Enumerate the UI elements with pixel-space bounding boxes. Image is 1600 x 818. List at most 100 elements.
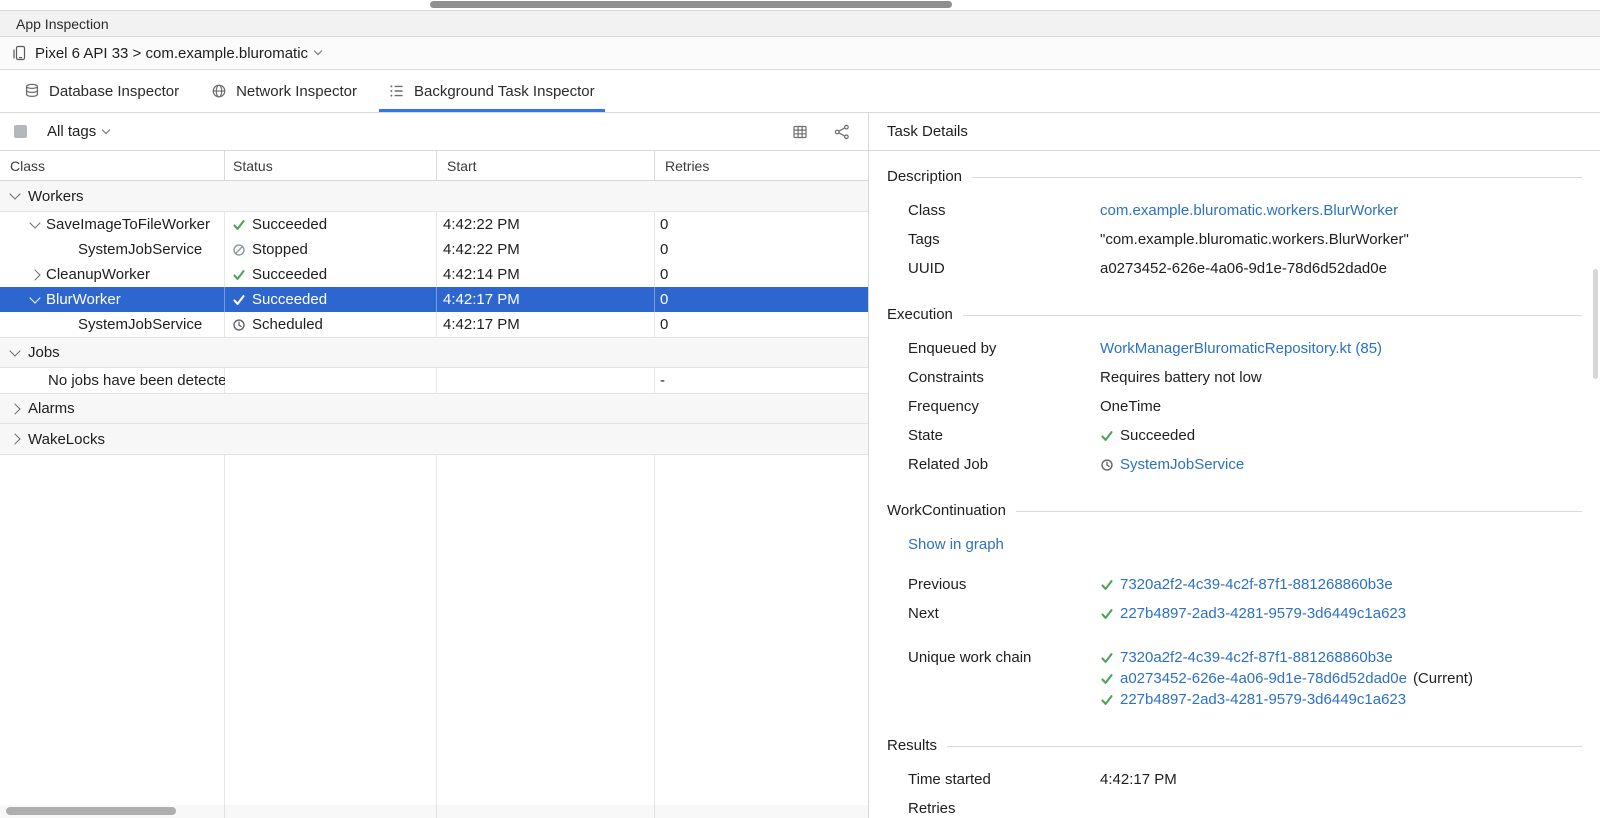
empty-message-cell: No jobs have been detected bbox=[0, 368, 225, 393]
group-label: Workers bbox=[28, 188, 84, 205]
detail-label: Tags bbox=[908, 232, 1100, 248]
chain-uuid-link[interactable]: a0273452-626e-4a06-9d1e-78d6d52dad0e bbox=[1120, 671, 1407, 687]
detail-label: Frequency bbox=[908, 399, 1100, 415]
chevron-down-icon[interactable] bbox=[314, 47, 322, 55]
top-scrollbar-thumb[interactable] bbox=[430, 1, 952, 8]
state-value: Succeeded bbox=[1120, 428, 1195, 444]
task-table-body: Workers SaveImageToFileWorker Succeeded … bbox=[0, 181, 868, 818]
tags-filter-label: All tags bbox=[47, 123, 96, 140]
app-inspection-window: App Inspection Pixel 6 API 33 > com.exam… bbox=[0, 0, 1600, 818]
time-started-value: 4:42:17 PM bbox=[1100, 772, 1177, 788]
enqueued-by-link[interactable]: WorkManagerBluromaticRepository.kt (85) bbox=[1100, 341, 1382, 357]
column-header-status[interactable]: Status bbox=[225, 151, 437, 180]
detail-label: Time started bbox=[908, 772, 1100, 788]
status-cell: Scheduled bbox=[225, 312, 437, 337]
frequency-value: OneTime bbox=[1100, 399, 1161, 415]
check-icon bbox=[1100, 607, 1114, 621]
vertical-scrollbar-thumb[interactable] bbox=[1593, 269, 1598, 379]
horizontal-scrollbar-thumb[interactable] bbox=[6, 807, 176, 815]
detail-row-enqueued-by: Enqueued by WorkManagerBluromaticReposit… bbox=[887, 341, 1582, 357]
table-view-button[interactable] bbox=[788, 120, 812, 144]
chevron-right-icon bbox=[9, 403, 20, 414]
detail-row-show-in-graph: Show in graph bbox=[887, 537, 1582, 553]
stop-inspection-button[interactable] bbox=[14, 125, 27, 138]
chevron-right-icon bbox=[9, 433, 20, 444]
start-cell: 4:42:22 PM bbox=[437, 212, 655, 237]
start-cell: 4:42:17 PM bbox=[437, 287, 655, 312]
check-icon bbox=[1100, 672, 1114, 686]
row-cleanupworker[interactable]: CleanupWorker Succeeded 4:42:14 PM 0 bbox=[0, 262, 868, 287]
section-description: Description bbox=[887, 169, 1582, 185]
retries-cell: 0 bbox=[655, 237, 868, 262]
chevron-down-icon[interactable] bbox=[29, 292, 40, 303]
tab-network-inspector[interactable]: Network Inspector bbox=[195, 70, 373, 112]
chevron-right-icon[interactable] bbox=[29, 269, 40, 280]
detail-row-previous: Previous 7320a2f2-4c39-4c2f-87f1-8812688… bbox=[887, 577, 1582, 593]
detail-row-state: State Succeeded bbox=[887, 428, 1582, 444]
row-saveimagetofileworker[interactable]: SaveImageToFileWorker Succeeded 4:42:22 … bbox=[0, 212, 868, 237]
tags-filter-dropdown[interactable]: All tags bbox=[47, 123, 109, 140]
column-header-start[interactable]: Start bbox=[437, 151, 655, 180]
column-header-class[interactable]: Class bbox=[0, 151, 225, 180]
check-icon bbox=[232, 268, 246, 282]
next-uuid-link[interactable]: 227b4897-2ad3-4281-9579-3d6449c1a623 bbox=[1120, 606, 1406, 622]
panel-title: App Inspection bbox=[16, 16, 109, 32]
check-icon bbox=[232, 293, 246, 307]
detail-label: Unique work chain bbox=[908, 650, 1100, 666]
device-selector-bar: Pixel 6 API 33 > com.example.bluromatic bbox=[0, 37, 1600, 70]
class-cell: SystemJobService bbox=[0, 312, 225, 337]
check-icon bbox=[1100, 578, 1114, 592]
detail-label: Class bbox=[908, 203, 1100, 219]
chevron-down-icon bbox=[9, 188, 20, 199]
device-selector-label[interactable]: Pixel 6 API 33 > com.example.bluromatic bbox=[35, 45, 308, 62]
row-systemjobservice-1[interactable]: SystemJobService Stopped 4:42:22 PM 0 bbox=[0, 237, 868, 262]
detail-row-uuid: UUID a0273452-626e-4a06-9d1e-78d6d52dad0… bbox=[887, 261, 1582, 277]
detail-label: Enqueued by bbox=[908, 341, 1100, 357]
tab-database-inspector[interactable]: Database Inspector bbox=[8, 70, 195, 112]
detail-label: Previous bbox=[908, 577, 1100, 593]
panel-title-bar: App Inspection bbox=[0, 10, 1600, 37]
chevron-down-icon[interactable] bbox=[29, 217, 40, 228]
row-systemjobservice-2[interactable]: SystemJobService Scheduled 4:42:17 PM 0 bbox=[0, 312, 868, 337]
column-header-retries[interactable]: Retries bbox=[655, 151, 868, 180]
retries-cell: - bbox=[655, 368, 868, 393]
detail-row-class: Class com.example.bluromatic.workers.Blu… bbox=[887, 203, 1582, 219]
check-icon bbox=[1100, 429, 1114, 443]
check-icon bbox=[1100, 693, 1114, 707]
tags-value: "com.example.bluromatic.workers.BlurWork… bbox=[1100, 232, 1409, 248]
stopped-icon bbox=[232, 243, 246, 257]
group-row-wakelocks[interactable]: WakeLocks bbox=[0, 424, 868, 455]
clock-icon bbox=[1100, 458, 1114, 472]
status-cell: Succeeded bbox=[225, 287, 437, 312]
tab-background-task-inspector[interactable]: Background Task Inspector bbox=[373, 70, 611, 112]
graph-view-button[interactable] bbox=[830, 120, 854, 144]
previous-uuid-link[interactable]: 7320a2f2-4c39-4c2f-87f1-881268860b3e bbox=[1120, 577, 1393, 593]
class-value-link[interactable]: com.example.bluromatic.workers.BlurWorke… bbox=[1100, 203, 1398, 219]
top-scrollbar-track[interactable] bbox=[0, 0, 1600, 10]
tab-label: Database Inspector bbox=[49, 83, 179, 100]
retries-cell: 0 bbox=[655, 262, 868, 287]
status-cell bbox=[225, 368, 437, 393]
detail-row-time-started: Time started 4:42:17 PM bbox=[887, 772, 1582, 788]
show-in-graph-link[interactable]: Show in graph bbox=[908, 537, 1004, 553]
chevron-down-icon bbox=[9, 345, 20, 356]
horizontal-scrollbar-track[interactable] bbox=[0, 805, 868, 818]
retries-cell: 0 bbox=[655, 287, 868, 312]
details-content: Description Class com.example.bluromatic… bbox=[869, 151, 1600, 818]
detail-label: Constraints bbox=[908, 370, 1100, 386]
chain-uuid-link[interactable]: 227b4897-2ad3-4281-9579-3d6449c1a623 bbox=[1120, 692, 1406, 708]
row-blurworker[interactable]: BlurWorker Succeeded 4:42:17 PM 0 bbox=[0, 287, 868, 312]
detail-label: UUID bbox=[908, 261, 1100, 277]
group-row-jobs[interactable]: Jobs bbox=[0, 337, 868, 368]
start-cell bbox=[437, 368, 655, 393]
clock-icon bbox=[232, 318, 246, 332]
chain-uuid-link[interactable]: 7320a2f2-4c39-4c2f-87f1-881268860b3e bbox=[1120, 650, 1393, 666]
group-row-workers[interactable]: Workers bbox=[0, 181, 868, 212]
related-job-link[interactable]: SystemJobService bbox=[1120, 457, 1244, 473]
check-icon bbox=[232, 218, 246, 232]
class-cell: SystemJobService bbox=[0, 237, 225, 262]
group-label: Alarms bbox=[28, 400, 75, 417]
constraints-value: Requires battery not low bbox=[1100, 370, 1262, 386]
group-row-alarms[interactable]: Alarms bbox=[0, 393, 868, 424]
retries-cell: 0 bbox=[655, 312, 868, 337]
